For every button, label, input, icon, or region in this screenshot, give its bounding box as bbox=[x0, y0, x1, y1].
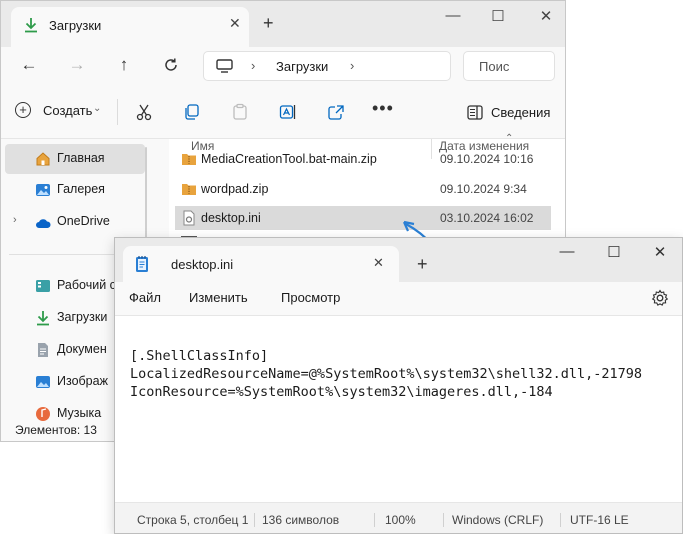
desktop-icon bbox=[36, 280, 50, 292]
paste-icon[interactable] bbox=[231, 103, 249, 121]
zip-folder-icon bbox=[182, 184, 196, 195]
minimize-icon[interactable]: — bbox=[552, 243, 582, 260]
file-row-selected[interactable]: desktop.ini 03.10.2024 16:02 bbox=[175, 206, 551, 230]
sidebar-item-label: OneDrive bbox=[57, 214, 110, 228]
menu-bar: Файл Изменить Просмотр bbox=[115, 282, 682, 316]
maximize-icon[interactable]: ☐ bbox=[483, 7, 513, 25]
file-date: 09.10.2024 10:16 bbox=[440, 153, 534, 166]
status-divider bbox=[374, 513, 375, 527]
file-name: MediaCreationTool.bat-main.zip bbox=[201, 153, 377, 166]
download-icon bbox=[25, 18, 37, 33]
sidebar-item-gallery[interactable]: Галерея bbox=[5, 175, 145, 205]
cursor-position: Строка 5, столбец 1 bbox=[137, 513, 249, 527]
new-tab-icon[interactable]: + bbox=[417, 254, 428, 275]
notepad-status-bar: Строка 5, столбец 1 136 символов 100% Wi… bbox=[115, 502, 682, 533]
sidebar-item-label: Главная bbox=[57, 151, 105, 165]
sidebar-item-label: Галерея bbox=[57, 182, 105, 196]
zoom-level[interactable]: 100% bbox=[385, 513, 416, 527]
new-tab-icon[interactable]: + bbox=[263, 13, 274, 34]
tab-close-icon[interactable]: ✕ bbox=[373, 255, 384, 271]
item-count: Элементов: 13 bbox=[15, 423, 97, 437]
notepad-tab[interactable]: desktop.ini ✕ bbox=[123, 246, 399, 282]
pictures-icon bbox=[36, 376, 50, 388]
music-icon bbox=[36, 407, 50, 421]
sidebar-item-label: Докумен bbox=[57, 342, 107, 356]
sidebar-item-home[interactable]: Главная bbox=[5, 144, 145, 174]
file-date: 03.10.2024 16:02 bbox=[440, 211, 534, 225]
zip-folder-icon bbox=[182, 154, 196, 165]
sidebar-item-label: Изображ bbox=[57, 374, 108, 388]
text-line: IconResource=%SystemRoot%\system32\image… bbox=[130, 384, 553, 400]
chevron-right-icon[interactable]: › bbox=[251, 58, 255, 73]
line-ending[interactable]: Windows (CRLF) bbox=[452, 513, 543, 527]
rename-icon[interactable] bbox=[279, 103, 297, 121]
cut-icon[interactable] bbox=[135, 103, 153, 121]
chevron-down-icon: ⌄ bbox=[93, 103, 102, 114]
close-icon[interactable]: ✕ bbox=[645, 243, 675, 261]
share-icon[interactable] bbox=[327, 103, 345, 121]
up-icon[interactable]: ↑ bbox=[112, 55, 136, 75]
forward-icon[interactable]: → bbox=[65, 55, 89, 75]
notepad-window: desktop.ini ✕ + — ☐ ✕ Файл Изменить Прос… bbox=[114, 237, 683, 534]
status-divider bbox=[443, 513, 444, 527]
gear-icon[interactable] bbox=[651, 289, 669, 307]
search-box[interactable]: Поис bbox=[463, 51, 555, 81]
explorer-titlebar: Загрузки ✕ + — ☐ ✕ bbox=[1, 1, 565, 47]
file-name: desktop.ini bbox=[201, 211, 261, 225]
file-date: 09.10.2024 9:34 bbox=[440, 182, 527, 196]
maximize-icon[interactable]: ☐ bbox=[599, 243, 629, 261]
copy-icon[interactable] bbox=[183, 103, 201, 121]
sidebar-item-label: Загрузки bbox=[57, 310, 108, 324]
status-divider bbox=[560, 513, 561, 527]
tab-close-icon[interactable]: ✕ bbox=[229, 15, 241, 32]
gallery-icon bbox=[36, 184, 50, 196]
text-line: [.ShellClassInfo] bbox=[130, 348, 269, 364]
chevron-right-icon[interactable]: › bbox=[13, 214, 17, 226]
text-line: LocalizedResourceName=@%SystemRoot%\syst… bbox=[130, 366, 643, 382]
document-icon bbox=[38, 343, 48, 357]
back-icon[interactable]: ← bbox=[17, 55, 41, 75]
menu-edit[interactable]: Изменить bbox=[189, 290, 248, 305]
explorer-tab[interactable]: Загрузки ✕ bbox=[11, 7, 249, 47]
notepad-tab-title: desktop.ini bbox=[171, 257, 234, 272]
character-count: 136 символов bbox=[262, 513, 340, 527]
details-pane-icon bbox=[467, 105, 483, 120]
encoding[interactable]: UTF-16 LE bbox=[570, 513, 629, 527]
address-bar[interactable]: › Загрузки › bbox=[203, 51, 451, 81]
minimize-icon[interactable]: — bbox=[438, 7, 468, 24]
file-row[interactable]: MediaCreationTool.bat-main.zip 09.10.202… bbox=[175, 153, 551, 171]
notepad-icon bbox=[136, 256, 148, 272]
status-divider bbox=[254, 513, 255, 527]
refresh-icon[interactable] bbox=[163, 57, 179, 73]
notepad-titlebar: desktop.ini ✕ + — ☐ ✕ bbox=[115, 238, 682, 282]
breadcrumb-downloads[interactable]: Загрузки bbox=[276, 59, 328, 74]
settings-file-icon bbox=[183, 210, 195, 226]
close-icon[interactable]: ✕ bbox=[531, 7, 561, 25]
command-bar: + Создать ⌄ ••• Сведения bbox=[1, 85, 565, 139]
more-options-icon[interactable]: ••• bbox=[372, 98, 394, 119]
search-placeholder: Поис bbox=[479, 59, 510, 74]
toolbar-divider bbox=[117, 99, 118, 125]
file-row[interactable]: wordpad.zip 09.10.2024 9:34 bbox=[175, 177, 551, 201]
create-label: Создать bbox=[43, 103, 93, 118]
menu-file[interactable]: Файл bbox=[129, 290, 161, 305]
navigation-bar: ← → ↑ › Загрузки › Поис bbox=[1, 47, 565, 85]
download-icon bbox=[37, 311, 49, 326]
computer-icon bbox=[216, 59, 233, 73]
menu-view[interactable]: Просмотр bbox=[281, 290, 340, 305]
home-icon bbox=[36, 152, 50, 166]
file-name: wordpad.zip bbox=[201, 182, 269, 196]
details-label: Сведения bbox=[491, 105, 551, 120]
explorer-tab-title: Загрузки bbox=[49, 18, 102, 33]
chevron-right-icon[interactable]: › bbox=[350, 58, 354, 73]
sidebar-item-label: Музыка bbox=[57, 406, 102, 420]
text-editor[interactable]: [.ShellClassInfo] LocalizedResourceName=… bbox=[115, 316, 682, 502]
plus-circle-icon: + bbox=[15, 102, 31, 118]
cloud-icon bbox=[36, 219, 51, 228]
sidebar-item-onedrive[interactable]: › OneDrive bbox=[5, 207, 145, 237]
sidebar-item-label: Рабочий с bbox=[57, 278, 116, 292]
